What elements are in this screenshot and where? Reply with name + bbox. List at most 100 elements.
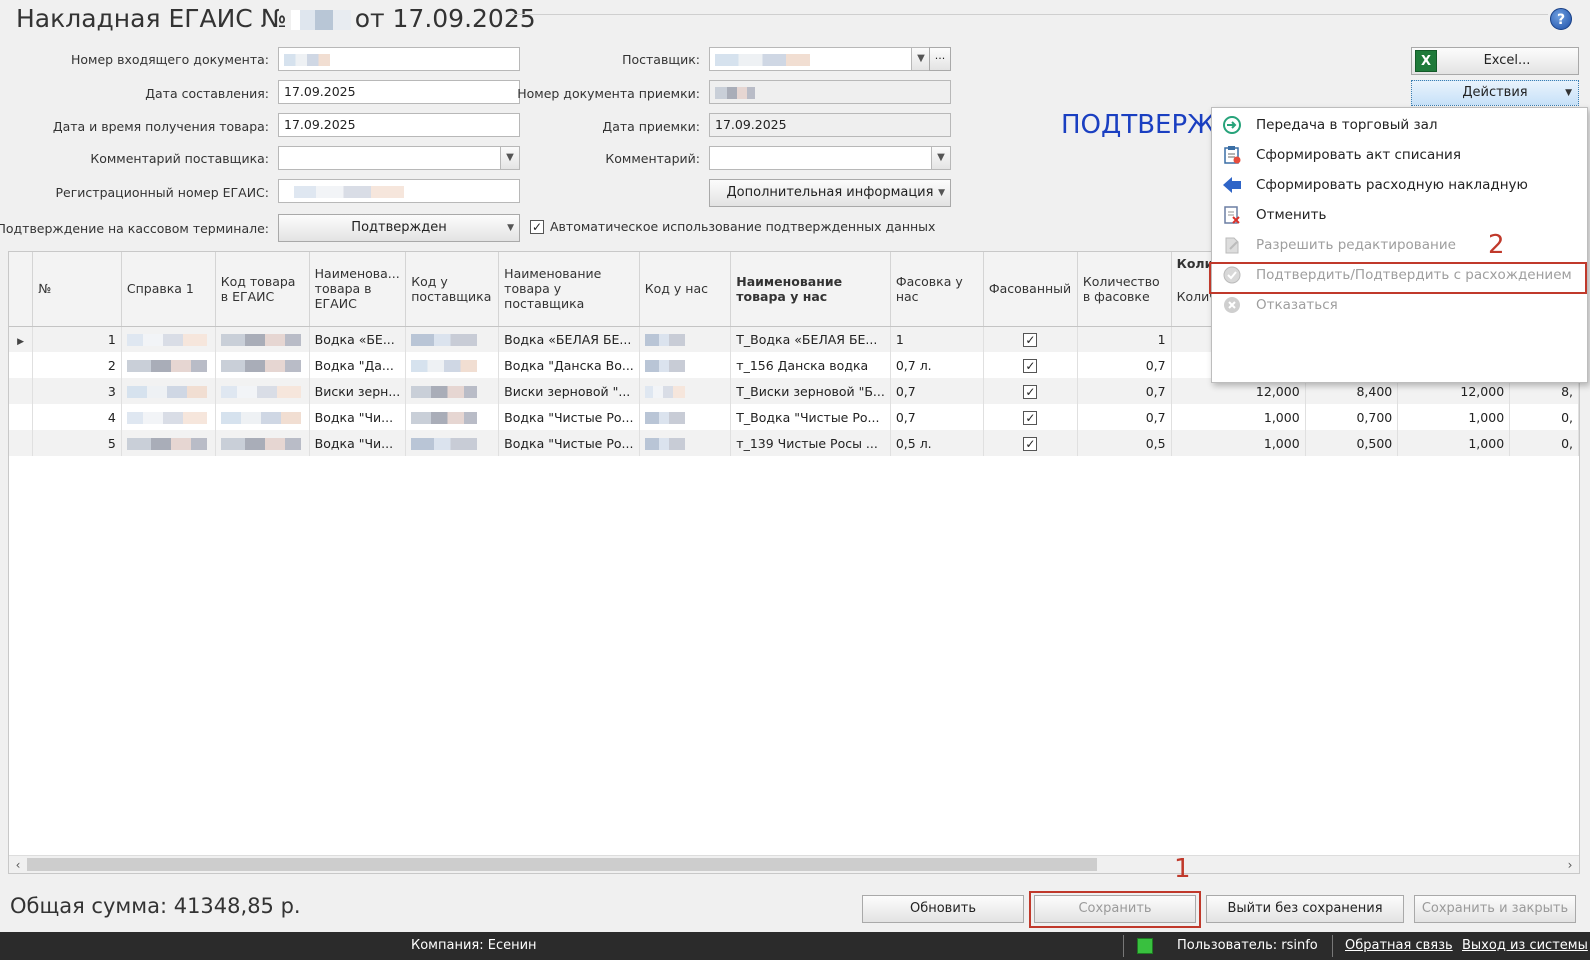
supplier-select[interactable]: ▼ <box>709 47 931 71</box>
redacted-cell[interactable] <box>405 326 500 352</box>
additional-info-button[interactable]: Дополнительная информация ▼ <box>709 179 951 207</box>
actions-button[interactable]: Действия ▼ <box>1411 80 1579 106</box>
supplier-comment-select[interactable]: ▼ <box>278 146 520 170</box>
table-cell[interactable]: 0,7 <box>1077 378 1172 404</box>
row-selector[interactable] <box>9 352 34 378</box>
horizontal-scrollbar[interactable]: ‹ › <box>9 855 1579 873</box>
chevron-down-icon[interactable]: ▼ <box>931 146 951 170</box>
table-cell[interactable]: 1,000 <box>1171 430 1306 456</box>
table-cell[interactable]: т_139 Чистые Росы ... <box>730 430 891 456</box>
column-header[interactable]: Наименова... товара в ЕГАИС <box>309 252 407 327</box>
table-cell[interactable]: 0,700 <box>1305 404 1399 430</box>
redacted-cell[interactable] <box>405 430 500 456</box>
menu-item-cancel[interactable]: Отменить <box>1212 200 1587 230</box>
auto-use-checkbox[interactable]: ✓ <box>530 220 544 234</box>
redacted-cell[interactable] <box>639 404 732 430</box>
packed-cell[interactable]: ✓ <box>983 326 1078 352</box>
table-cell[interactable]: 0,5 л. <box>890 430 984 456</box>
table-cell[interactable]: Водка "Да... <box>309 352 407 378</box>
table-cell[interactable]: Водка "Чистые Ро... <box>498 404 640 430</box>
table-cell[interactable]: т_156 Данска водка <box>730 352 891 378</box>
table-cell[interactable]: 0,7 <box>1077 352 1172 378</box>
row-selector[interactable]: ▶ <box>9 326 34 352</box>
redacted-cell[interactable] <box>121 430 216 456</box>
column-header[interactable]: Фасованный <box>983 252 1078 327</box>
row-selector[interactable] <box>9 404 34 430</box>
menu-item-transfer[interactable]: Передача в торговый зал <box>1212 110 1587 140</box>
table-cell[interactable]: Водка "Чи... <box>309 430 407 456</box>
chevron-down-icon[interactable]: ▼ <box>911 47 931 71</box>
column-header[interactable]: Код у нас <box>639 252 732 327</box>
column-header[interactable]: № <box>32 252 122 327</box>
redacted-cell[interactable] <box>121 326 216 352</box>
column-header[interactable]: Наименование товара у нас <box>730 252 891 327</box>
menu-item-allow-edit[interactable]: Разрешить редактирование <box>1212 230 1587 260</box>
table-cell[interactable]: Т_Виски зерновой "Б... <box>730 378 891 404</box>
column-header[interactable]: Справка 1 <box>121 252 216 327</box>
excel-button[interactable]: X Excel... <box>1411 47 1579 75</box>
table-cell[interactable]: 0, <box>1509 404 1579 430</box>
table-cell[interactable]: 0, <box>1509 430 1579 456</box>
packed-checkbox[interactable]: ✓ <box>1023 410 1038 425</box>
redacted-cell[interactable] <box>639 352 732 378</box>
table-cell[interactable]: 4 <box>32 404 122 430</box>
scrollbar-thumb[interactable] <box>27 858 1097 871</box>
column-header[interactable]: Код товара в ЕГАИС <box>215 252 310 327</box>
redacted-cell[interactable] <box>121 378 216 404</box>
save-and-close-button[interactable]: Сохранить и закрыть <box>1414 895 1576 923</box>
table-cell[interactable]: 0,5 <box>1077 430 1172 456</box>
column-header[interactable]: Количество в фасовке <box>1077 252 1172 327</box>
table-cell[interactable]: 0,500 <box>1305 430 1399 456</box>
row-selector[interactable] <box>9 378 34 404</box>
terminal-confirm-select[interactable]: Подтвержден ▼ <box>278 214 520 242</box>
packed-checkbox[interactable]: ✓ <box>1023 358 1038 373</box>
logout-link[interactable]: Выход из системы <box>1462 938 1588 953</box>
supplier-more-button[interactable]: ··· <box>929 47 951 71</box>
redacted-cell[interactable] <box>405 352 500 378</box>
table-cell[interactable]: 0,7 л. <box>890 352 984 378</box>
egais-reg-field[interactable] <box>278 179 520 203</box>
column-header[interactable]: Код у поставщика <box>405 252 500 327</box>
redacted-cell[interactable] <box>215 430 310 456</box>
packed-cell[interactable]: ✓ <box>983 352 1078 378</box>
redacted-cell[interactable] <box>405 404 500 430</box>
table-cell[interactable]: 1 <box>32 326 122 352</box>
receive-datetime-field[interactable]: 17.09.2025 <box>278 113 520 137</box>
table-cell[interactable]: 1,000 <box>1397 404 1511 430</box>
redacted-cell[interactable] <box>639 430 732 456</box>
menu-item-reject[interactable]: Отказаться <box>1212 290 1587 320</box>
table-cell[interactable]: Виски зерн... <box>309 378 407 404</box>
table-cell[interactable]: 1,000 <box>1397 430 1511 456</box>
table-cell[interactable]: 2 <box>32 352 122 378</box>
redacted-cell[interactable] <box>215 378 310 404</box>
redacted-cell[interactable] <box>639 378 732 404</box>
packed-cell[interactable]: ✓ <box>983 430 1078 456</box>
packed-checkbox[interactable]: ✓ <box>1023 332 1038 347</box>
table-cell[interactable]: 1,000 <box>1171 404 1306 430</box>
redacted-cell[interactable] <box>405 378 500 404</box>
table-cell[interactable]: 0,7 <box>890 404 984 430</box>
table-cell[interactable]: 1 <box>890 326 984 352</box>
incoming-doc-field[interactable] <box>278 47 520 71</box>
redacted-cell[interactable] <box>639 326 732 352</box>
packed-checkbox[interactable]: ✓ <box>1023 436 1038 451</box>
comment-select[interactable]: ▼ <box>709 146 951 170</box>
redacted-cell[interactable] <box>215 352 310 378</box>
table-cell[interactable]: 5 <box>32 430 122 456</box>
table-cell[interactable]: 3 <box>32 378 122 404</box>
table-cell[interactable]: 1 <box>1077 326 1172 352</box>
row-selector[interactable] <box>9 430 34 456</box>
menu-item-writeoff[interactable]: Сформировать акт списания <box>1212 140 1587 170</box>
table-cell[interactable]: Т_Водка «БЕЛАЯ БЕ... <box>730 326 891 352</box>
redacted-cell[interactable] <box>215 326 310 352</box>
table-cell[interactable]: Виски зерновой "... <box>498 378 640 404</box>
column-header[interactable]: Фасовка у нас <box>890 252 984 327</box>
redacted-cell[interactable] <box>121 352 216 378</box>
packed-cell[interactable]: ✓ <box>983 378 1078 404</box>
table-cell[interactable]: Водка "Чи... <box>309 404 407 430</box>
scroll-left-icon[interactable]: ‹ <box>9 856 27 873</box>
packed-checkbox[interactable]: ✓ <box>1023 384 1038 399</box>
chevron-down-icon[interactable]: ▼ <box>500 146 520 170</box>
packed-cell[interactable]: ✓ <box>983 404 1078 430</box>
table-cell[interactable]: Водка «БЕ... <box>309 326 407 352</box>
